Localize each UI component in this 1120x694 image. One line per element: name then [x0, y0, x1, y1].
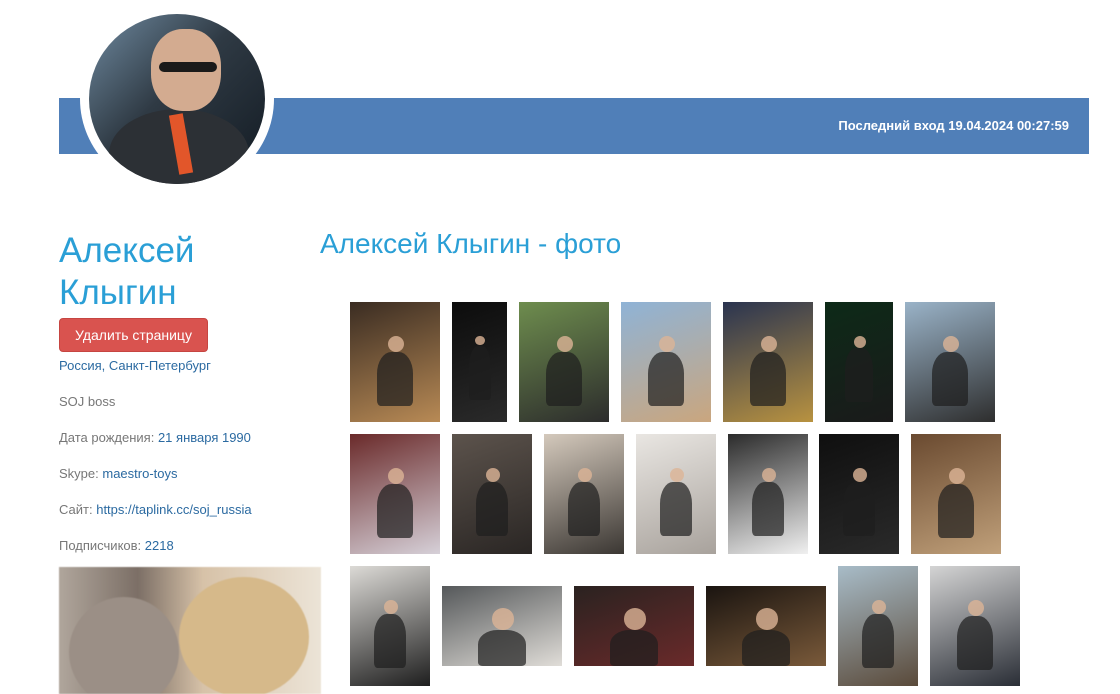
photo-thumbnail[interactable] — [452, 434, 532, 554]
location-link[interactable]: Россия, Санкт-Петербург — [59, 358, 211, 373]
profile-name: Алексей Клыгин — [59, 231, 195, 312]
photo-thumbnail[interactable] — [838, 566, 918, 686]
birthday-link[interactable]: 21 января 1990 — [158, 430, 251, 445]
photo-thumbnail[interactable] — [519, 302, 609, 422]
photo-thumbnail[interactable] — [911, 434, 1001, 554]
photo-thumbnail[interactable] — [350, 302, 440, 422]
photo-thumbnail[interactable] — [452, 302, 507, 422]
skype-label: Skype: — [59, 466, 99, 481]
birthday-row: Дата рождения: 21 января 1990 — [59, 430, 251, 445]
photo-thumbnail[interactable] — [621, 302, 711, 422]
photo-thumbnail[interactable] — [350, 566, 430, 686]
last-login-value: 19.04.2024 00:27:59 — [948, 118, 1069, 133]
photo-thumbnail[interactable] — [905, 302, 995, 422]
last-login-label: Последний вход — [838, 118, 945, 133]
followers-row: Подписчиков: 2218 — [59, 538, 174, 553]
photo-thumbnail[interactable] — [825, 302, 893, 422]
photo-thumbnail[interactable] — [728, 434, 808, 554]
photo-thumbnail[interactable] — [350, 434, 440, 554]
skype-link[interactable]: maestro-toys — [102, 466, 177, 481]
photo-thumbnail[interactable] — [706, 586, 826, 666]
location-row: Россия, Санкт-Петербург — [59, 358, 211, 373]
site-row: Сайт: https://taplink.cc/soj_russia — [59, 502, 252, 517]
photo-thumbnail[interactable] — [723, 302, 813, 422]
photos-section-title: Алексей Клыгин - фото — [320, 228, 622, 259]
sidebar-photo[interactable] — [59, 567, 321, 694]
avatar[interactable] — [80, 5, 274, 193]
photo-thumbnail[interactable] — [930, 566, 1020, 686]
delete-page-button[interactable]: Удалить страницу — [59, 318, 208, 352]
birthday-label: Дата рождения: — [59, 430, 155, 445]
photo-thumbnail[interactable] — [442, 586, 562, 666]
photo-thumbnail[interactable] — [819, 434, 899, 554]
site-link[interactable]: https://taplink.cc/soj_russia — [96, 502, 251, 517]
site-label: Сайт: — [59, 502, 93, 517]
last-login-text: Последний вход 19.04.2024 00:27:59 — [838, 118, 1069, 133]
followers-label: Подписчиков: — [59, 538, 142, 553]
avatar-image — [89, 14, 265, 184]
photo-thumbnail[interactable] — [636, 434, 716, 554]
photo-thumbnail[interactable] — [574, 586, 694, 666]
followers-link[interactable]: 2218 — [145, 538, 174, 553]
status-text: SOJ boss — [59, 394, 116, 409]
skype-row: Skype: maestro-toys — [59, 466, 178, 481]
photo-thumbnail[interactable] — [544, 434, 624, 554]
